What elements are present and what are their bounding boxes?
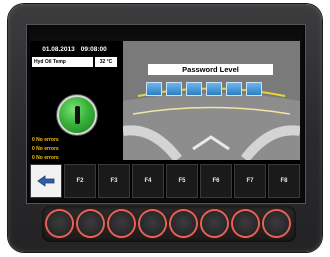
error-line-3: 0 No errors (32, 155, 59, 161)
function-key-bar: F2 F3 F4 F5 F6 F7 F8 (30, 164, 300, 198)
hardware-button-8[interactable] (264, 211, 289, 236)
hardware-button-4[interactable] (140, 211, 165, 236)
f5-key[interactable]: F5 (166, 164, 198, 198)
password-input[interactable] (146, 82, 262, 96)
left-panel: 01.08.2013 09:08:00 Hyd Oil Temp 32 °C 0… (30, 41, 119, 163)
f8-key[interactable]: F8 (268, 164, 300, 198)
error-line-1: 0 No errors (32, 137, 59, 143)
camera-image (123, 41, 300, 160)
sensor-readout: Hyd Oil Temp 32 °C (32, 57, 117, 67)
f3-key[interactable]: F3 (98, 164, 130, 198)
display-screen: 01.08.2013 09:08:00 Hyd Oil Temp 32 °C 0… (30, 34, 300, 198)
hardware-button-6[interactable] (202, 211, 227, 236)
hardware-button-7[interactable] (233, 211, 258, 236)
hardware-button-2[interactable] (78, 211, 103, 236)
date-text: 01.08.2013 (42, 45, 75, 53)
sensor-label: Hyd Oil Temp (32, 57, 93, 67)
password-slot[interactable] (166, 82, 182, 96)
f2-key[interactable]: F2 (64, 164, 96, 198)
password-slot[interactable] (206, 82, 222, 96)
camera-view: Password Level (123, 41, 300, 160)
power-icon (74, 106, 80, 124)
arrow-left-icon (37, 175, 55, 187)
hardware-button-5[interactable] (171, 211, 196, 236)
time-text: 09:08:00 (80, 45, 107, 53)
password-slot[interactable] (246, 82, 262, 96)
sensor-value: 32 °C (95, 57, 117, 67)
datetime: 01.08.2013 09:08:00 (32, 43, 117, 55)
error-list: 0 No errors 0 No errors 0 No errors (32, 136, 117, 163)
password-slot[interactable] (226, 82, 242, 96)
f6-key[interactable]: F6 (200, 164, 232, 198)
password-level-title: Password Level (148, 64, 273, 75)
back-button[interactable] (30, 164, 62, 198)
f4-key[interactable]: F4 (132, 164, 164, 198)
password-slot[interactable] (146, 82, 162, 96)
hardware-button-row (42, 206, 296, 242)
top-status-bar (30, 34, 300, 41)
error-line-2: 0 No errors (32, 146, 59, 152)
hardware-button-1[interactable] (47, 211, 72, 236)
power-button[interactable] (57, 95, 97, 135)
password-slot[interactable] (186, 82, 202, 96)
f7-key[interactable]: F7 (234, 164, 266, 198)
hardware-button-3[interactable] (109, 211, 134, 236)
